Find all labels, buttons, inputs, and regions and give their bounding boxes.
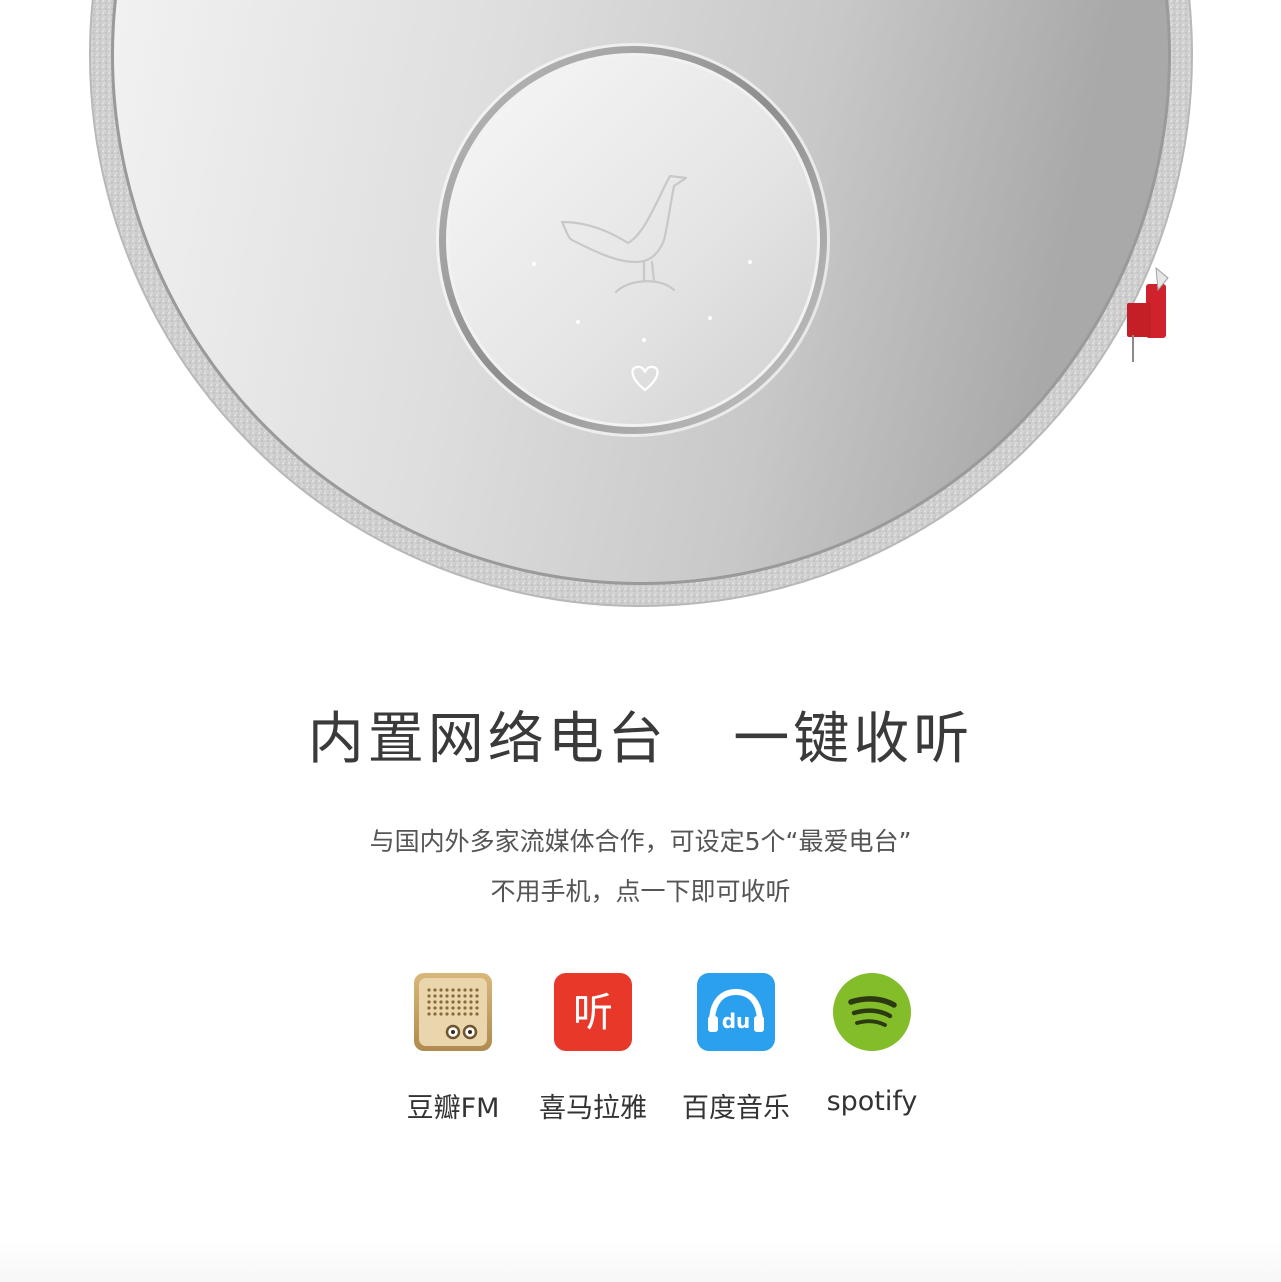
ximalaya-glyph: 听 [573,990,613,1036]
douban-fm-icon [414,973,492,1051]
streaming-services: 豆瓣FM 听 喜马拉雅 du 百度音乐 spotify [0,972,1281,1132]
bottom-fade [0,1242,1281,1282]
ximalaya-icon: 听 [554,973,632,1051]
description-line-2: 不用手机，点一下即可收听 [490,877,791,906]
product-page: 内置网络电台 一键收听 与国内外多家流媒体合作，可设定5个“最爱电台” 不用手机… [0,0,1281,1282]
service-spotify[interactable]: spotify [792,972,952,1117]
spotify-icon [833,973,911,1051]
service-douban-fm[interactable]: 豆瓣FM [373,972,533,1125]
service-ximalaya[interactable]: 听 喜马拉雅 [513,972,673,1125]
baidu-glyph: du [722,1009,751,1033]
service-label-ximalaya: 喜马拉雅 [539,1093,647,1124]
service-label-spotify: spotify [826,1086,918,1117]
service-label-douban: 豆瓣FM [406,1093,500,1124]
headline: 内置网络电台 一键收听 [307,707,974,772]
radio-product-image [89,0,1193,607]
description-line-1: 与国内外多家流媒体合作，可设定5个“最爱电台” [369,827,912,856]
baidu-music-icon: du [697,973,775,1051]
